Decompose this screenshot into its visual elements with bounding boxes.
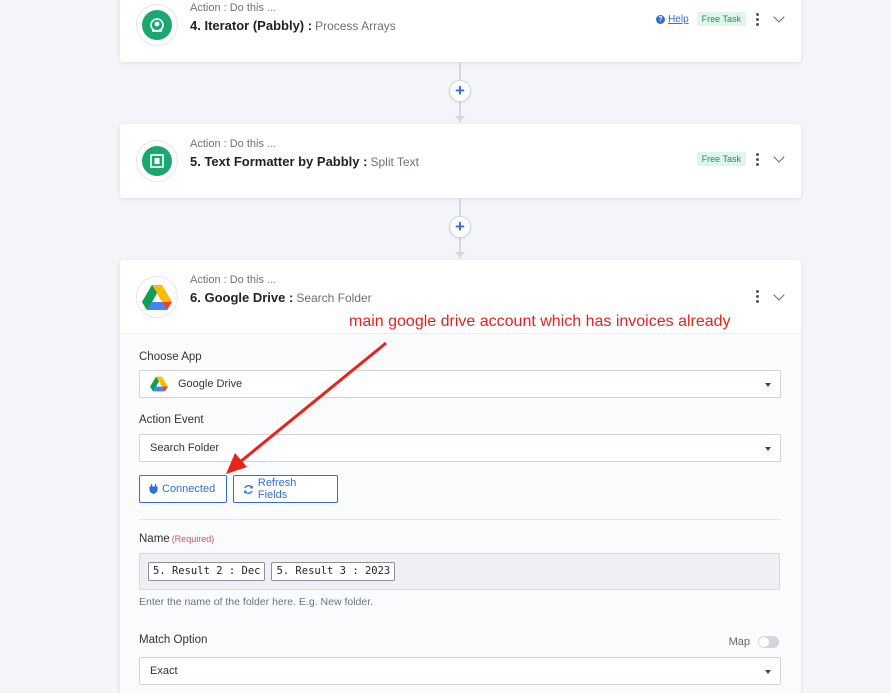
step-title: 6. Google Drive : Search Folder — [190, 290, 372, 305]
add-step-button[interactable]: + — [449, 216, 471, 238]
plug-icon — [149, 484, 158, 494]
step-config-form: Choose App Google Drive Action Event Sea… — [120, 335, 801, 693]
variable-chip[interactable]: 5. Result 3 : 2023 — [271, 562, 396, 581]
step-header-actions: Free Task — [696, 151, 785, 166]
annotation-text: main google drive account which has invo… — [349, 313, 731, 330]
action-event-value: Search Folder — [150, 442, 220, 454]
map-toggle-group: Map — [729, 636, 779, 648]
step-event-name: Split Text — [370, 155, 419, 169]
connector-arrow — [455, 116, 465, 122]
connected-button[interactable]: Connected — [139, 475, 227, 503]
choose-app-value: Google Drive — [178, 378, 243, 390]
action-label: Action : Do this ... — [190, 274, 277, 286]
text-formatter-icon — [136, 140, 178, 182]
match-option-label: Match Option — [139, 634, 208, 646]
action-label: Action : Do this ... — [190, 2, 277, 14]
free-task-badge: Free Task — [696, 12, 746, 26]
caret-down-icon — [765, 383, 771, 387]
chevron-down-icon[interactable] — [773, 11, 785, 23]
caret-down-icon — [765, 447, 771, 451]
refresh-fields-button[interactable]: Refresh Fields — [233, 475, 338, 503]
more-options-icon[interactable] — [754, 290, 761, 303]
variable-chip[interactable]: 5. Result 2 : Dec — [148, 562, 266, 581]
action-event-select[interactable]: Search Folder — [139, 434, 781, 462]
more-options-icon[interactable] — [754, 152, 761, 166]
action-label: Action : Do this ... — [190, 138, 277, 150]
free-task-badge: Free Task — [696, 152, 746, 166]
step-app-name: 4. Iterator (Pabbly) : — [190, 18, 313, 33]
match-option-select[interactable]: Exact — [139, 657, 781, 685]
google-drive-icon — [150, 376, 168, 392]
refresh-icon — [244, 484, 253, 494]
step-app-name: 5. Text Formatter by Pabbly : — [190, 154, 368, 169]
help-link[interactable]: ? Help — [656, 14, 689, 25]
step-app-name: 6. Google Drive : — [190, 290, 294, 305]
step-event-name: Process Arrays — [315, 19, 396, 33]
step-header-actions: ? Help Free Task — [656, 11, 785, 26]
step-card-iterator[interactable]: Action : Do this ... 4. Iterator (Pabbly… — [120, 0, 801, 62]
google-drive-icon — [136, 276, 178, 318]
map-label: Map — [728, 636, 750, 648]
required-marker: (Required) — [171, 534, 215, 544]
more-options-icon[interactable] — [754, 12, 761, 26]
add-step-button[interactable]: + — [449, 80, 471, 102]
name-label: Name (Required) — [139, 533, 215, 545]
help-icon: ? — [656, 14, 666, 24]
step-title: 5. Text Formatter by Pabbly : Split Text — [190, 154, 419, 169]
name-input[interactable]: 5. Result 2 : Dec 5. Result 3 : 2023 — [139, 553, 780, 590]
match-option-value: Exact — [150, 665, 178, 677]
caret-down-icon — [765, 670, 771, 674]
chevron-down-icon[interactable] — [773, 151, 785, 163]
connector-arrow — [455, 252, 465, 258]
step-event-name: Search Folder — [296, 291, 372, 305]
step-header[interactable]: Action : Do this ... 4. Iterator (Pabbly… — [120, 0, 801, 62]
map-toggle[interactable] — [758, 636, 779, 648]
step-title: 4. Iterator (Pabbly) : Process Arrays — [190, 18, 396, 33]
step-header[interactable]: Action : Do this ... 5. Text Formatter b… — [120, 124, 801, 198]
name-hint: Enter the name of the folder here. E.g. … — [139, 596, 374, 608]
step-header-actions — [754, 288, 785, 303]
action-event-label: Action Event — [139, 414, 204, 426]
choose-app-select[interactable]: Google Drive — [139, 370, 781, 398]
iterator-icon — [136, 4, 178, 46]
chevron-down-icon[interactable] — [773, 288, 785, 301]
divider — [139, 519, 781, 520]
step-card-text-formatter[interactable]: Action : Do this ... 5. Text Formatter b… — [120, 124, 801, 198]
choose-app-label: Choose App — [139, 351, 202, 363]
